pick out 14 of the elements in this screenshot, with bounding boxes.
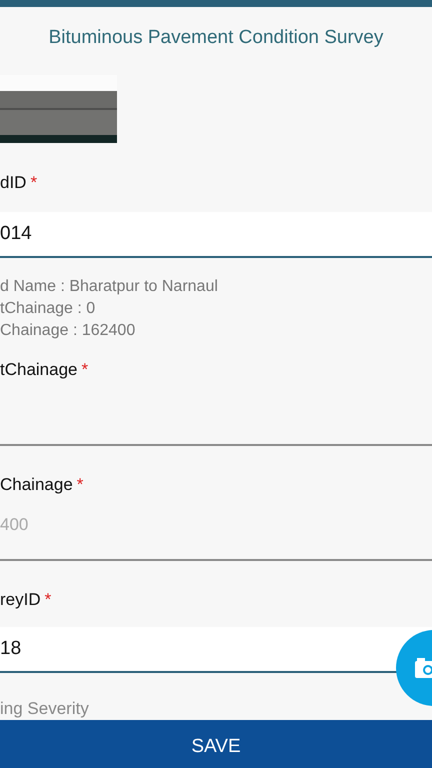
info-text: Chainage : 162400: [0, 321, 136, 341]
field-label: dID *: [0, 172, 38, 194]
field-label: Chainage *: [0, 474, 84, 496]
info-text: d Name : Bharatpur to Narnaul: [0, 277, 219, 297]
field-label: tChainage *: [0, 359, 90, 381]
camera-icon: [414, 656, 432, 680]
input-field[interactable]: 400: [0, 496, 432, 561]
info-text: tChainage : 0: [0, 299, 96, 319]
page-title: Bituminous Pavement Condition Survey: [48, 26, 384, 50]
select-field[interactable]: 18: [0, 627, 432, 673]
save-button[interactable]: SAVE: [0, 720, 432, 768]
select-field[interactable]: 014: [0, 212, 432, 258]
field-label: reyID *: [0, 589, 52, 611]
field-hint: ing Severity: [0, 698, 90, 720]
